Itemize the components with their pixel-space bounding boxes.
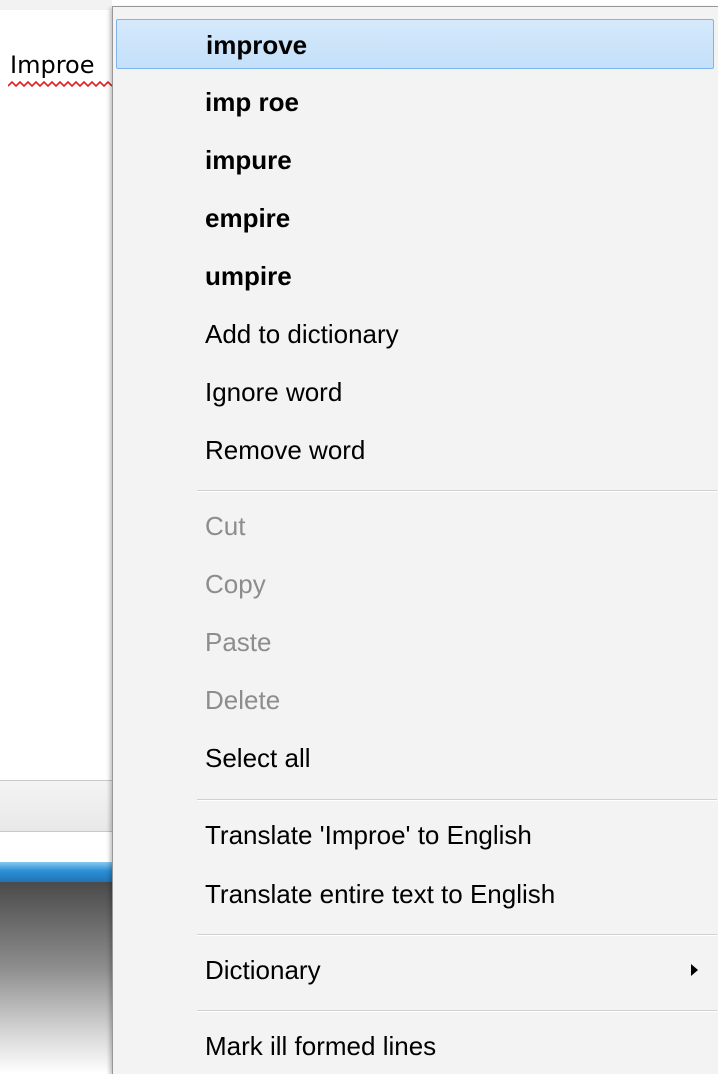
menu-separator [197,1010,717,1012]
suggestion-improve[interactable]: improve [116,19,714,69]
delete-item: Delete [205,685,281,715]
select-all-item[interactable]: Select all [116,733,714,783]
add-to-dictionary-item[interactable]: Add to dictionary [116,309,714,359]
suggestion-imp-roe[interactable]: imp roe [116,77,714,127]
translate-word-item[interactable]: Translate 'Improe' to English [116,810,714,860]
remove-word-item[interactable]: Remove word [116,425,714,475]
translate-all-item[interactable]: Translate entire text to English [116,869,714,919]
submenu-arrow-icon [691,964,698,976]
window-lower-panel [0,882,112,1074]
ignore-word-item[interactable]: Ignore word [116,367,714,417]
suggestion-empire[interactable]: empire [116,193,714,243]
editor-status-bar [0,780,112,832]
suggestion-impure[interactable]: impure [116,135,714,185]
copy-item: Copy [205,569,266,599]
mark-ill-formed-lines-item[interactable]: Mark ill formed lines [116,1021,714,1071]
menu-separator [197,490,717,492]
background-editor-window: Improe [0,0,113,1074]
suggestion-umpire[interactable]: umpire [116,251,714,301]
spellcheck-context-menu: improve imp roe impure empire umpire Add… [112,6,718,1074]
taskbar-accent-strip [0,862,112,882]
menu-separator [197,799,717,801]
menu-separator [197,934,717,936]
dictionary-submenu-item[interactable]: Dictionary [116,945,714,995]
misspelled-word[interactable]: Improe [10,50,94,80]
dictionary-label: Dictionary [205,955,321,985]
paste-item: Paste [205,627,272,657]
cut-item: Cut [205,511,246,541]
spellcheck-squiggle-icon [8,80,112,88]
text-input-area[interactable]: Improe [0,10,113,780]
